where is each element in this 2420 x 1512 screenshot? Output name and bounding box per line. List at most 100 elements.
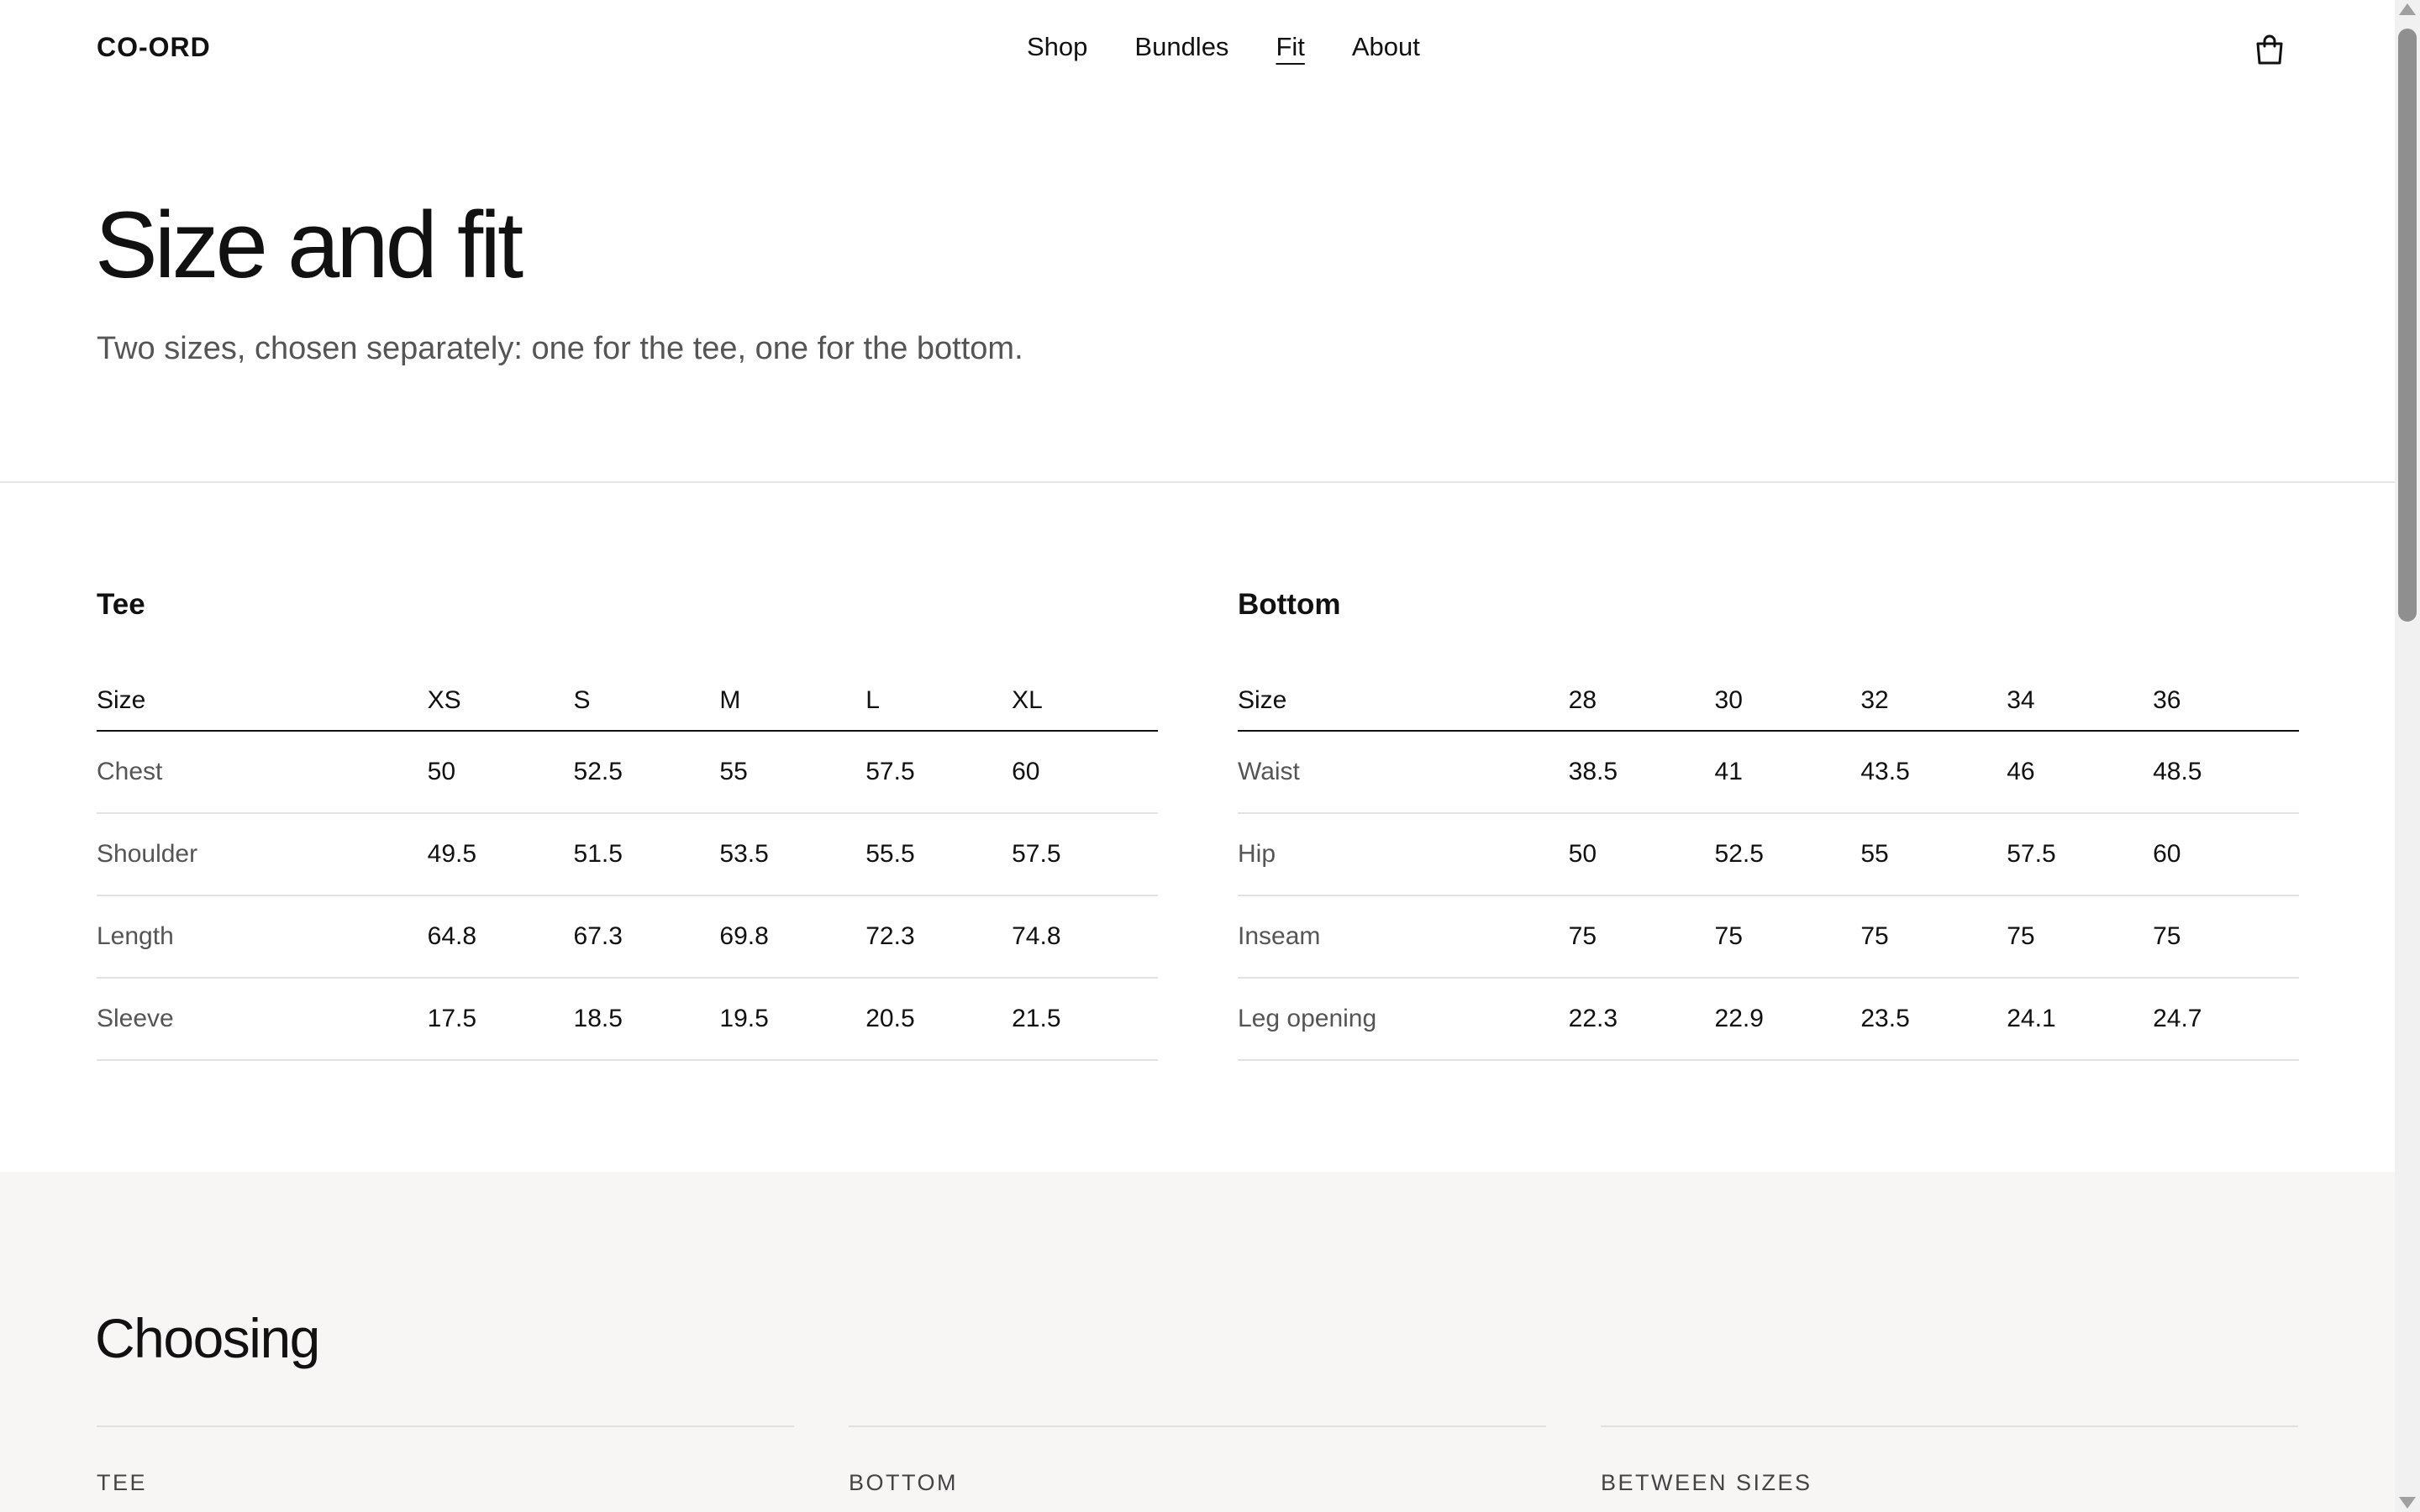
bottom-table-title: Bottom <box>1238 588 1341 621</box>
table-cell: 24.7 <box>2153 978 2299 1061</box>
row-label: Shoulder <box>97 813 428 896</box>
section-divider <box>0 481 2395 483</box>
row-label: Leg opening <box>1238 978 1569 1061</box>
table-row: Chest 50 52.5 55 57.5 60 <box>97 731 1158 814</box>
column-header: Size <box>1238 657 1569 732</box>
nav-fit[interactable]: Fit <box>1276 32 1304 62</box>
column-header: 32 <box>1860 657 2007 732</box>
table-cell: 46 <box>2007 731 2154 814</box>
site-header: CO-ORD Shop Bundles Fit About <box>0 0 2395 101</box>
table-row: Waist 38.5 41 43.5 46 48.5 <box>1238 731 2299 814</box>
column-divider <box>97 1425 794 1427</box>
table-cell: 75 <box>1568 895 1715 979</box>
choosing-section: Choosing TEE BOTTOM BETWEEN SIZES <box>0 1172 2395 1512</box>
table-cell: 60 <box>2153 813 2299 896</box>
page-title: Size and fit <box>95 192 523 297</box>
table-cell: 43.5 <box>1860 731 2007 814</box>
table-row: Hip 50 52.5 55 57.5 60 <box>1238 813 2299 896</box>
table-cell: 24.1 <box>2007 978 2154 1061</box>
table-header-row: Size XS S M L XL <box>97 657 1158 732</box>
tee-size-table-section: Tee Size XS S M L XL Chest 50 52.5 55 57… <box>97 588 1158 1061</box>
table-row: Length 64.8 67.3 69.8 72.3 74.8 <box>97 895 1158 979</box>
scroll-down-arrow-icon[interactable] <box>2399 1497 2416 1509</box>
shopping-bag-icon[interactable] <box>2255 34 2284 66</box>
tee-size-table: Size XS S M L XL Chest 50 52.5 55 57.5 6… <box>97 657 1158 1061</box>
table-cell: 74.8 <box>1012 895 1158 979</box>
column-header: XL <box>1012 657 1158 732</box>
table-cell: 75 <box>2007 895 2154 979</box>
row-label: Sleeve <box>97 978 428 1061</box>
column-header: Size <box>97 657 428 732</box>
page-subtitle: Two sizes, chosen separately: one for th… <box>97 331 1023 366</box>
row-label: Length <box>97 895 428 979</box>
choosing-column-bottom: BOTTOM <box>849 1470 959 1495</box>
table-cell: 57.5 <box>865 731 1013 814</box>
table-cell: 60 <box>1012 731 1158 814</box>
nav-shop[interactable]: Shop <box>1027 32 1087 62</box>
table-cell: 51.5 <box>573 813 720 896</box>
table-cell: 48.5 <box>2153 731 2299 814</box>
table-cell: 57.5 <box>1012 813 1158 896</box>
table-header-row: Size 28 30 32 34 36 <box>1238 657 2299 732</box>
nav-about[interactable]: About <box>1352 32 1420 62</box>
table-cell: 75 <box>1860 895 2007 979</box>
row-label: Waist <box>1238 731 1569 814</box>
table-cell: 41 <box>1714 731 1861 814</box>
table-cell: 50 <box>427 731 574 814</box>
table-cell: 20.5 <box>865 978 1013 1061</box>
page: CO-ORD Shop Bundles Fit About Size and f… <box>0 0 2395 1512</box>
table-cell: 21.5 <box>1012 978 1158 1061</box>
table-cell: 49.5 <box>427 813 574 896</box>
table-cell: 64.8 <box>427 895 574 979</box>
table-row: Shoulder 49.5 51.5 53.5 55.5 57.5 <box>97 813 1158 896</box>
table-cell: 55 <box>1860 813 2007 896</box>
table-cell: 55.5 <box>865 813 1013 896</box>
table-cell: 57.5 <box>2007 813 2154 896</box>
table-cell: 69.8 <box>719 895 866 979</box>
column-divider <box>849 1425 1546 1427</box>
table-cell: 53.5 <box>719 813 866 896</box>
table-cell: 52.5 <box>573 731 720 814</box>
choosing-column-tee: TEE <box>97 1470 148 1495</box>
table-cell: 75 <box>2153 895 2299 979</box>
table-cell: 22.9 <box>1714 978 1861 1061</box>
table-cell: 75 <box>1714 895 1861 979</box>
column-divider <box>1601 1425 2298 1427</box>
table-row: Inseam 75 75 75 75 75 <box>1238 895 2299 979</box>
main-nav: Shop Bundles Fit About <box>1027 32 1420 62</box>
table-row: Leg opening 22.3 22.9 23.5 24.1 24.7 <box>1238 978 2299 1061</box>
table-cell: 55 <box>719 731 866 814</box>
column-header: XS <box>427 657 574 732</box>
row-label: Hip <box>1238 813 1569 896</box>
table-cell: 23.5 <box>1860 978 2007 1061</box>
table-cell: 50 <box>1568 813 1715 896</box>
table-cell: 19.5 <box>719 978 866 1061</box>
nav-bundles[interactable]: Bundles <box>1134 32 1228 62</box>
column-header: 34 <box>2007 657 2154 732</box>
choosing-title: Choosing <box>95 1307 320 1369</box>
column-header: L <box>865 657 1013 732</box>
table-cell: 22.3 <box>1568 978 1715 1061</box>
table-cell: 17.5 <box>427 978 574 1061</box>
tee-table-title: Tee <box>97 588 145 621</box>
choosing-column-between-sizes: BETWEEN SIZES <box>1601 1470 1812 1495</box>
column-header: S <box>573 657 720 732</box>
scrollbar-thumb[interactable] <box>2398 29 2417 622</box>
vertical-scrollbar[interactable] <box>2395 0 2420 1512</box>
table-cell: 38.5 <box>1568 731 1715 814</box>
column-header: 28 <box>1568 657 1715 732</box>
scroll-up-arrow-icon[interactable] <box>2399 3 2416 15</box>
bottom-size-table: Size 28 30 32 34 36 Waist 38.5 41 43.5 4… <box>1238 657 2299 1061</box>
table-cell: 18.5 <box>573 978 720 1061</box>
bottom-size-table-section: Bottom Size 28 30 32 34 36 Waist 38.5 41 <box>1238 588 2299 1061</box>
table-row: Sleeve 17.5 18.5 19.5 20.5 21.5 <box>97 978 1158 1061</box>
logo[interactable]: CO-ORD <box>97 32 211 63</box>
column-header: 30 <box>1714 657 1861 732</box>
table-cell: 52.5 <box>1714 813 1861 896</box>
table-cell: 67.3 <box>573 895 720 979</box>
column-header: 36 <box>2153 657 2299 732</box>
table-cell: 72.3 <box>865 895 1013 979</box>
row-label: Chest <box>97 731 428 814</box>
row-label: Inseam <box>1238 895 1569 979</box>
column-header: M <box>719 657 866 732</box>
